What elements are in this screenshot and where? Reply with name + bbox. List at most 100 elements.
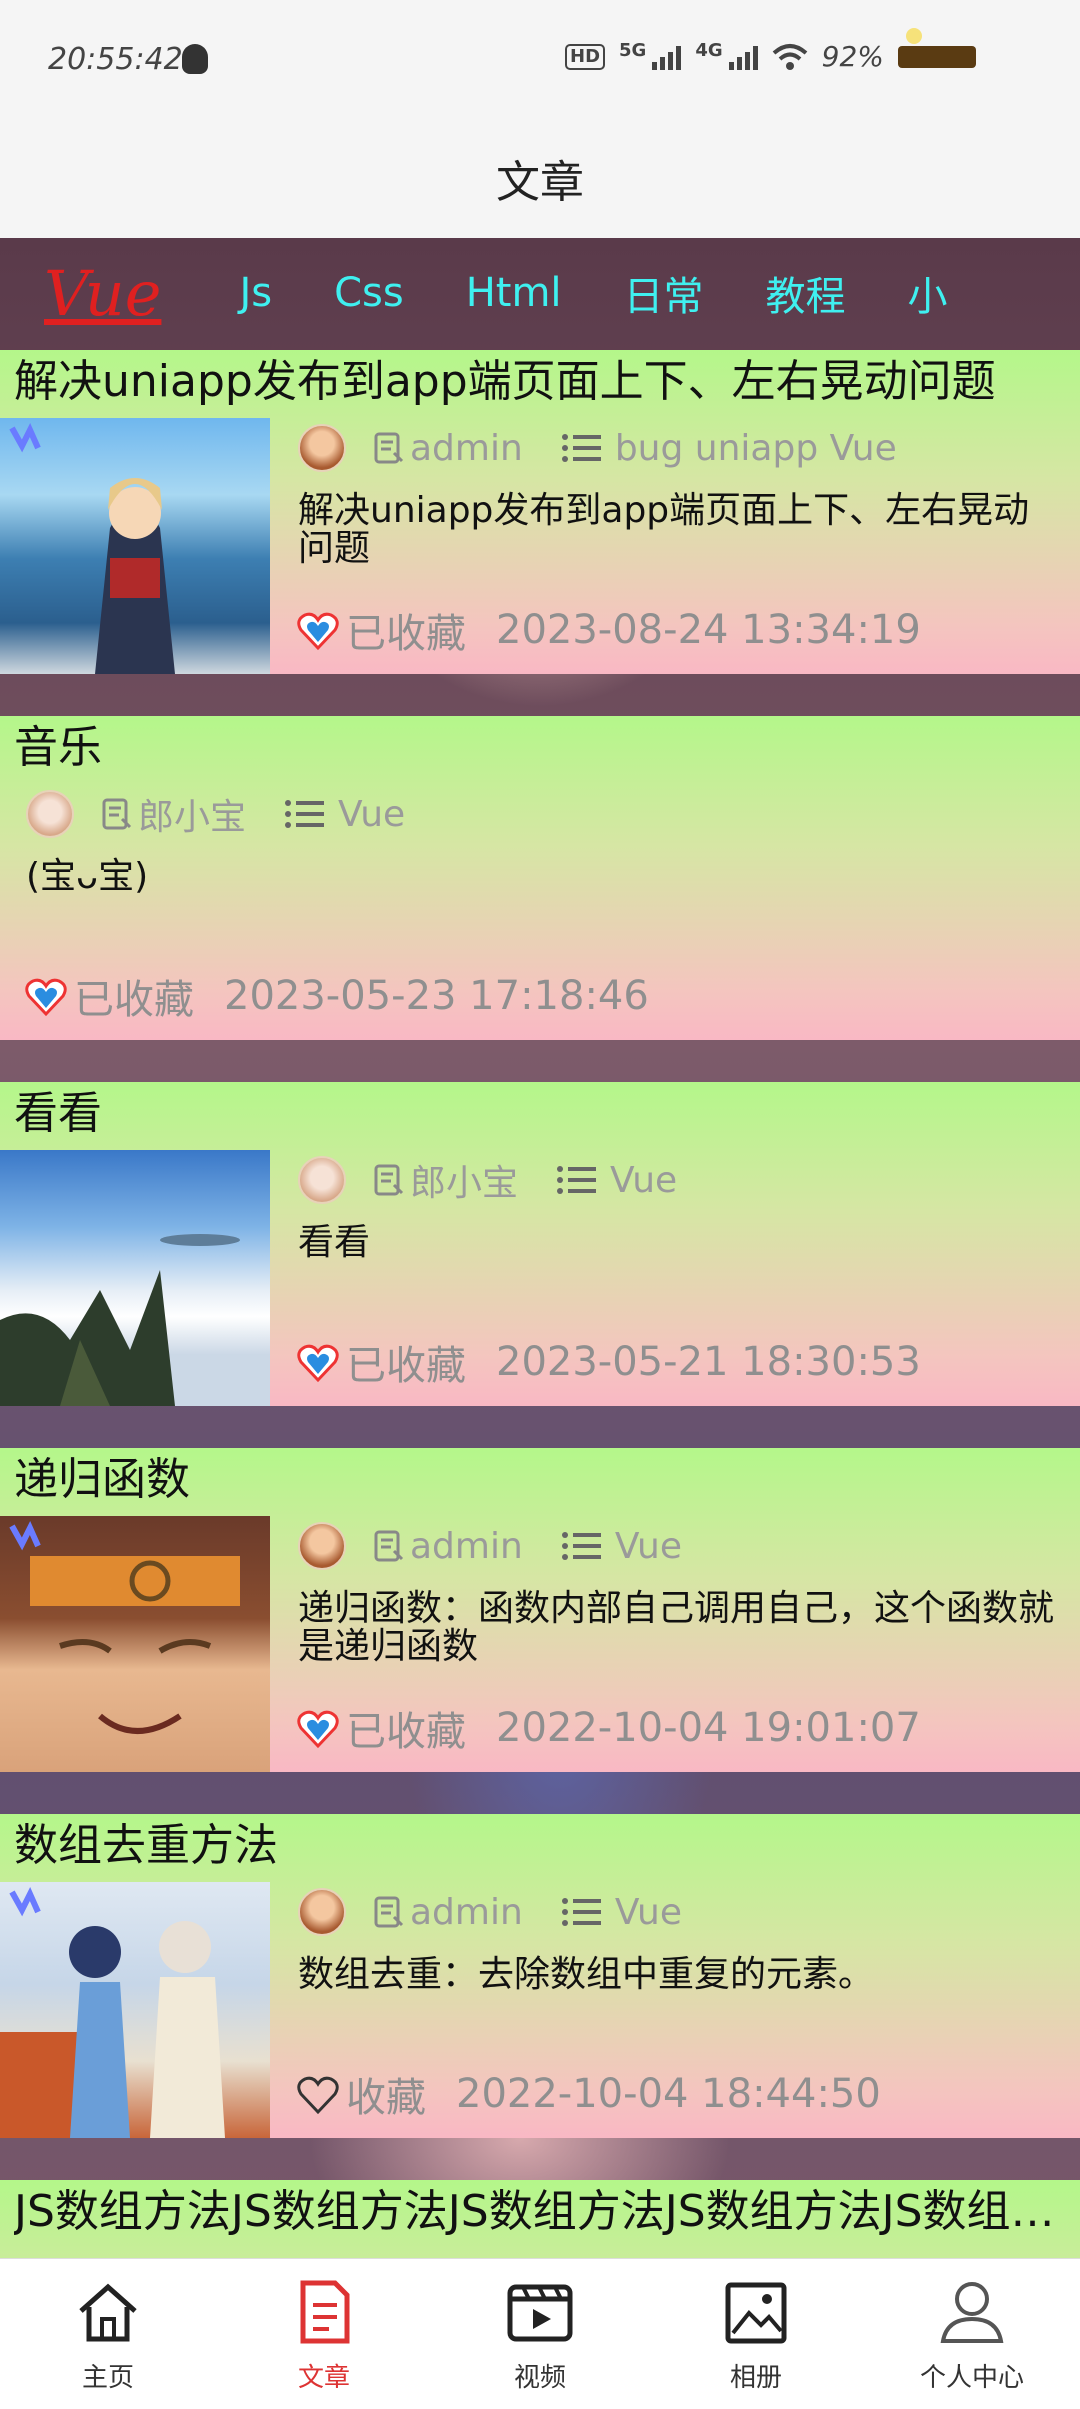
heart-outline-icon[interactable] bbox=[296, 2072, 340, 2116]
article-date: 2023-08-24 13:34:19 bbox=[496, 607, 921, 653]
favorite-label[interactable]: 已收藏 bbox=[346, 601, 466, 659]
article-card[interactable]: 解决uniapp发布到app端页面上下、左右晃动问题 admin bug uni… bbox=[0, 350, 1080, 674]
page-header: 文章 bbox=[0, 120, 1080, 238]
article-summary: 看看 bbox=[298, 1222, 371, 1263]
article-title[interactable]: 解决uniapp发布到app端页面上下、左右晃动问题 bbox=[14, 352, 1074, 412]
tabbar-profile[interactable]: 个人中心 bbox=[864, 2259, 1080, 2409]
qq-notification-icon bbox=[182, 44, 208, 74]
article-date: 2022-10-04 18:44:50 bbox=[456, 2071, 881, 2117]
author-avatar[interactable] bbox=[298, 1156, 346, 1204]
favorite-label[interactable]: 已收藏 bbox=[74, 967, 194, 1025]
article-title[interactable]: JS数组方法JS数组方法JS数组方法JS数组方法JS数组方法 bbox=[14, 2182, 1074, 2242]
author-avatar[interactable] bbox=[298, 1522, 346, 1570]
article-title[interactable]: 音乐 bbox=[14, 718, 1074, 778]
signal-5g-icon bbox=[652, 44, 682, 70]
tab-vue[interactable]: Vue bbox=[44, 257, 161, 330]
author-avatar[interactable] bbox=[26, 790, 74, 838]
tabbar-label: 相册 bbox=[729, 2363, 782, 2393]
favorite-label[interactable]: 已收藏 bbox=[346, 1333, 466, 1391]
article-card[interactable]: 递归函数 admin Vue 递归函数：函数内部自己调用自己，这个函数就是递归函… bbox=[0, 1448, 1080, 1772]
article-summary: 递归函数：函数内部自己调用自己，这个函数就是递归函数 bbox=[298, 1588, 1055, 1667]
tags-list-icon bbox=[285, 800, 325, 828]
article-card[interactable]: 音乐 郎小宝 Vue (宝ᴗ宝) 已收藏 2023-05-23 17:18:46 bbox=[0, 716, 1080, 1040]
tags-list-icon bbox=[561, 1898, 601, 1926]
author-name[interactable]: admin bbox=[410, 1892, 523, 1933]
author-icon bbox=[102, 798, 132, 830]
article-card[interactable]: 数组去重方法 admin Vue 数组去重：去除数组中重复的元素。 收藏 202… bbox=[0, 1814, 1080, 2138]
heart-filled-icon[interactable] bbox=[24, 974, 68, 1018]
article-footer: 已收藏 2023-05-21 18:30:53 bbox=[296, 1330, 921, 1394]
wifi-icon bbox=[772, 43, 807, 70]
tab-daily[interactable]: 日常 bbox=[624, 264, 704, 322]
home-icon bbox=[79, 2283, 137, 2342]
article-card[interactable]: JS数组方法JS数组方法JS数组方法JS数组方法JS数组方法 bbox=[0, 2180, 1080, 2258]
tabbar-video[interactable]: 视频 bbox=[432, 2259, 648, 2409]
tab-html[interactable]: Html bbox=[466, 270, 562, 316]
status-time: 20:55:42 bbox=[48, 42, 183, 77]
article-list-area[interactable]: Vue Js Css Html 日常 教程 小 解决uniapp发布到app端页… bbox=[0, 238, 1080, 2258]
article-meta: admin Vue bbox=[298, 1516, 682, 1576]
network-4g-label: 4G bbox=[695, 40, 723, 61]
heart-filled-icon[interactable] bbox=[296, 1706, 340, 1750]
tabbar-album[interactable]: 相册 bbox=[648, 2259, 864, 2409]
article-tags[interactable]: Vue bbox=[338, 794, 405, 835]
article-title[interactable]: 递归函数 bbox=[14, 1450, 1074, 1510]
article-icon bbox=[300, 2280, 350, 2344]
article-thumbnail[interactable] bbox=[0, 1150, 270, 1406]
tab-js[interactable]: Js bbox=[239, 270, 272, 316]
article-tags[interactable]: Vue bbox=[615, 1526, 682, 1567]
tags-list-icon bbox=[561, 434, 601, 462]
bottom-tab-bar: 主页 文章 视频 相册 个人中心 bbox=[0, 2258, 1080, 2409]
favorite-label[interactable]: 收藏 bbox=[346, 2065, 426, 2123]
article-thumbnail[interactable] bbox=[0, 418, 270, 674]
anime-girl-image bbox=[9, 422, 175, 674]
heart-filled-icon[interactable] bbox=[296, 608, 340, 652]
author-avatar[interactable] bbox=[298, 424, 346, 472]
article-card[interactable]: 看看 郎小宝 Vue 看看 已收藏 2023-05-21 18:30:53 bbox=[0, 1082, 1080, 1406]
article-title[interactable]: 数组去重方法 bbox=[14, 1816, 1074, 1876]
network-5g-label: 5G bbox=[619, 40, 647, 61]
article-footer: 已收藏 2023-08-24 13:34:19 bbox=[296, 598, 921, 662]
article-meta: 郎小宝 Vue bbox=[26, 784, 405, 844]
article-meta: admin bug uniapp Vue bbox=[298, 418, 897, 478]
tabbar-article[interactable]: 文章 bbox=[216, 2259, 432, 2409]
author-name[interactable]: 郎小宝 bbox=[410, 1154, 518, 1206]
article-date: 2023-05-21 18:30:53 bbox=[496, 1339, 921, 1385]
tab-css[interactable]: Css bbox=[334, 270, 404, 316]
article-footer: 已收藏 2023-05-23 17:18:46 bbox=[24, 964, 649, 1028]
album-icon bbox=[725, 2282, 787, 2344]
article-meta: 郎小宝 Vue bbox=[298, 1150, 677, 1210]
tags-list-icon bbox=[557, 1166, 597, 1194]
tabbar-label: 文章 bbox=[297, 2363, 350, 2393]
status-indicators: HD 5G 4G 92% bbox=[565, 27, 976, 73]
article-summary: 解决uniapp发布到app端页面上下、左右晃动问题 bbox=[298, 490, 1030, 569]
author-icon bbox=[374, 1164, 404, 1196]
tab-tutorial[interactable]: 教程 bbox=[766, 264, 846, 322]
article-thumbnail[interactable] bbox=[0, 1882, 270, 2138]
author-name[interactable]: 郎小宝 bbox=[138, 788, 246, 840]
article-date: 2022-10-04 19:01:07 bbox=[496, 1705, 921, 1751]
article-summary: 数组去重：去除数组中重复的元素。 bbox=[298, 1954, 875, 1995]
tab-more[interactable]: 小 bbox=[908, 264, 948, 322]
author-name[interactable]: admin bbox=[410, 1526, 523, 1567]
article-title[interactable]: 看看 bbox=[14, 1084, 1074, 1144]
favorite-label[interactable]: 已收藏 bbox=[346, 1699, 466, 1757]
heart-filled-icon[interactable] bbox=[296, 1340, 340, 1384]
article-tags[interactable]: bug uniapp Vue bbox=[615, 428, 897, 469]
naruto-image bbox=[9, 1520, 240, 1734]
article-tags[interactable]: Vue bbox=[610, 1160, 677, 1201]
article-footer: 已收藏 2022-10-04 19:01:07 bbox=[296, 1696, 921, 1760]
status-bar: 20:55:42 HD 5G 4G 92% bbox=[0, 0, 1080, 120]
article-summary: (宝ᴗ宝) bbox=[26, 856, 149, 897]
article-thumbnail[interactable] bbox=[0, 1516, 270, 1772]
train-icon bbox=[897, 27, 976, 68]
article-meta: admin Vue bbox=[298, 1882, 682, 1942]
tabbar-label: 主页 bbox=[81, 2363, 134, 2393]
author-icon bbox=[374, 1530, 404, 1562]
tabbar-home[interactable]: 主页 bbox=[0, 2259, 216, 2409]
author-name[interactable]: admin bbox=[410, 428, 523, 469]
author-icon bbox=[374, 432, 404, 464]
article-tags[interactable]: Vue bbox=[615, 1892, 682, 1933]
author-avatar[interactable] bbox=[298, 1888, 346, 1936]
tabbar-label: 视频 bbox=[513, 2363, 566, 2393]
